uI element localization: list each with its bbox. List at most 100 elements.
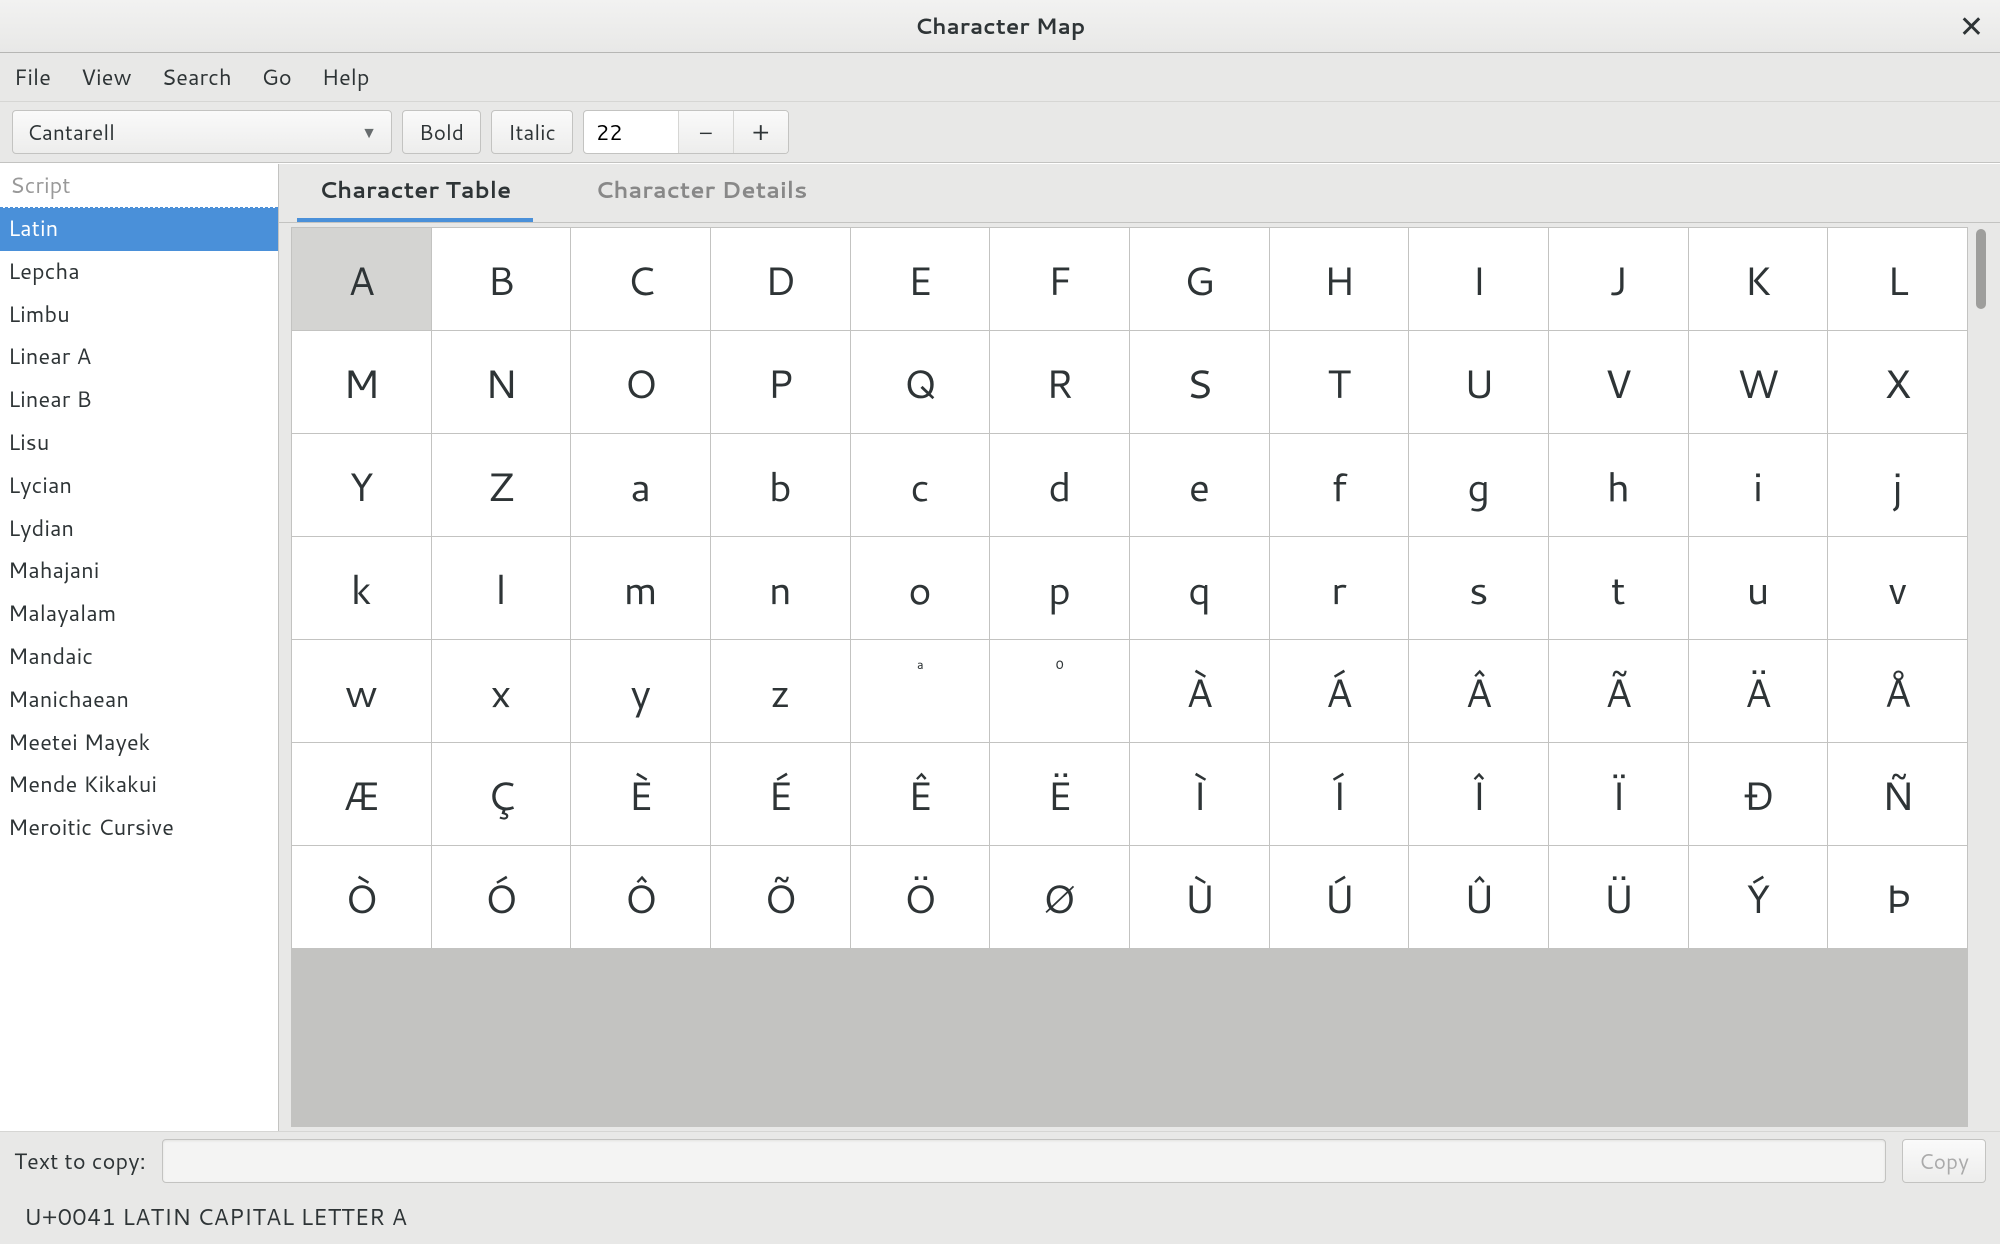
- scroll-thumb[interactable]: [1976, 229, 1986, 309]
- sidebar-item-malayalam[interactable]: Malayalam: [0, 593, 278, 636]
- size-input[interactable]: [584, 111, 678, 153]
- char-cell[interactable]: D: [711, 228, 850, 330]
- char-cell[interactable]: q: [1130, 537, 1269, 639]
- menu-search[interactable]: Search: [162, 62, 232, 93]
- char-cell[interactable]: Ñ: [1828, 743, 1967, 845]
- char-cell[interactable]: Q: [851, 331, 990, 433]
- char-cell[interactable]: Õ: [711, 846, 850, 948]
- char-cell[interactable]: Þ: [1828, 846, 1967, 948]
- char-cell[interactable]: n: [711, 537, 850, 639]
- char-cell[interactable]: i: [1689, 434, 1828, 536]
- char-cell[interactable]: R: [990, 331, 1129, 433]
- char-cell[interactable]: h: [1549, 434, 1688, 536]
- char-cell[interactable]: x: [432, 640, 571, 742]
- char-cell[interactable]: Ø: [990, 846, 1129, 948]
- char-cell[interactable]: V: [1549, 331, 1688, 433]
- char-cell[interactable]: Ý: [1689, 846, 1828, 948]
- sidebar-item-lepcha[interactable]: Lepcha: [0, 251, 278, 294]
- size-spin[interactable]: − +: [583, 110, 789, 154]
- menu-view[interactable]: View: [81, 62, 132, 93]
- menu-go[interactable]: Go: [262, 62, 292, 93]
- sidebar-item-lydian[interactable]: Lydian: [0, 508, 278, 551]
- char-cell[interactable]: O: [571, 331, 710, 433]
- char-cell[interactable]: r: [1270, 537, 1409, 639]
- char-cell[interactable]: Î: [1409, 743, 1548, 845]
- char-cell[interactable]: t: [1549, 537, 1688, 639]
- char-cell[interactable]: Ä: [1689, 640, 1828, 742]
- char-cell[interactable]: l: [432, 537, 571, 639]
- char-cell[interactable]: N: [432, 331, 571, 433]
- char-cell[interactable]: ª: [851, 640, 990, 742]
- sidebar-item-mahajani[interactable]: Mahajani: [0, 550, 278, 593]
- char-cell[interactable]: Û: [1409, 846, 1548, 948]
- char-cell[interactable]: Ò: [292, 846, 431, 948]
- char-cell[interactable]: g: [1409, 434, 1548, 536]
- char-cell[interactable]: a: [571, 434, 710, 536]
- char-cell[interactable]: L: [1828, 228, 1967, 330]
- sidebar-item-lisu[interactable]: Lisu: [0, 422, 278, 465]
- char-cell[interactable]: S: [1130, 331, 1269, 433]
- sidebar-item-linear-a[interactable]: Linear A: [0, 336, 278, 379]
- char-cell[interactable]: Å: [1828, 640, 1967, 742]
- bold-button[interactable]: Bold: [402, 110, 481, 154]
- char-cell[interactable]: º: [990, 640, 1129, 742]
- sidebar-item-mende-kikakui[interactable]: Mende Kikakui: [0, 764, 278, 807]
- char-cell[interactable]: k: [292, 537, 431, 639]
- char-cell[interactable]: j: [1828, 434, 1967, 536]
- sidebar-item-lycian[interactable]: Lycian: [0, 465, 278, 508]
- char-cell[interactable]: H: [1270, 228, 1409, 330]
- char-cell[interactable]: Ì: [1130, 743, 1269, 845]
- char-cell[interactable]: y: [571, 640, 710, 742]
- copy-input[interactable]: [162, 1139, 1886, 1183]
- char-cell[interactable]: Í: [1270, 743, 1409, 845]
- char-cell[interactable]: Ê: [851, 743, 990, 845]
- char-cell[interactable]: Æ: [292, 743, 431, 845]
- char-cell[interactable]: F: [990, 228, 1129, 330]
- char-cell[interactable]: Ö: [851, 846, 990, 948]
- char-cell[interactable]: o: [851, 537, 990, 639]
- sidebar-item-meroitic-cursive[interactable]: Meroitic Cursive: [0, 807, 278, 850]
- char-cell[interactable]: p: [990, 537, 1129, 639]
- char-cell[interactable]: Y: [292, 434, 431, 536]
- char-cell[interactable]: Ç: [432, 743, 571, 845]
- copy-button[interactable]: Copy: [1902, 1139, 1986, 1183]
- char-cell[interactable]: A: [292, 228, 431, 330]
- char-cell[interactable]: U: [1409, 331, 1548, 433]
- character-grid[interactable]: ABCDEFGHIJKLMNOPQRSTUVWXYZabcdefghijklmn…: [291, 227, 1968, 1127]
- char-cell[interactable]: Ð: [1689, 743, 1828, 845]
- char-cell[interactable]: d: [990, 434, 1129, 536]
- char-cell[interactable]: M: [292, 331, 431, 433]
- char-cell[interactable]: À: [1130, 640, 1269, 742]
- char-cell[interactable]: Á: [1270, 640, 1409, 742]
- char-cell[interactable]: Â: [1409, 640, 1548, 742]
- char-cell[interactable]: b: [711, 434, 850, 536]
- vertical-scrollbar[interactable]: [1972, 227, 1992, 1127]
- char-cell[interactable]: e: [1130, 434, 1269, 536]
- char-cell[interactable]: E: [851, 228, 990, 330]
- char-cell[interactable]: I: [1409, 228, 1548, 330]
- char-cell[interactable]: É: [711, 743, 850, 845]
- char-cell[interactable]: X: [1828, 331, 1967, 433]
- char-cell[interactable]: W: [1689, 331, 1828, 433]
- menu-help[interactable]: Help: [322, 62, 370, 93]
- char-cell[interactable]: Ó: [432, 846, 571, 948]
- char-cell[interactable]: K: [1689, 228, 1828, 330]
- char-cell[interactable]: v: [1828, 537, 1967, 639]
- sidebar-item-meetei-mayek[interactable]: Meetei Mayek: [0, 722, 278, 765]
- sidebar-item-latin[interactable]: Latin: [0, 208, 278, 251]
- close-icon[interactable]: ✕: [1959, 11, 1984, 41]
- char-cell[interactable]: G: [1130, 228, 1269, 330]
- char-cell[interactable]: Ü: [1549, 846, 1688, 948]
- sidebar-item-limbu[interactable]: Limbu: [0, 294, 278, 337]
- char-cell[interactable]: P: [711, 331, 850, 433]
- char-cell[interactable]: È: [571, 743, 710, 845]
- char-cell[interactable]: J: [1549, 228, 1688, 330]
- script-list[interactable]: LatinLepchaLimbuLinear ALinear BLisuLyci…: [0, 208, 278, 1131]
- menu-file[interactable]: File: [14, 62, 51, 93]
- char-cell[interactable]: f: [1270, 434, 1409, 536]
- sidebar-item-mandaic[interactable]: Mandaic: [0, 636, 278, 679]
- char-cell[interactable]: c: [851, 434, 990, 536]
- char-cell[interactable]: Ù: [1130, 846, 1269, 948]
- char-cell[interactable]: u: [1689, 537, 1828, 639]
- char-cell[interactable]: Ú: [1270, 846, 1409, 948]
